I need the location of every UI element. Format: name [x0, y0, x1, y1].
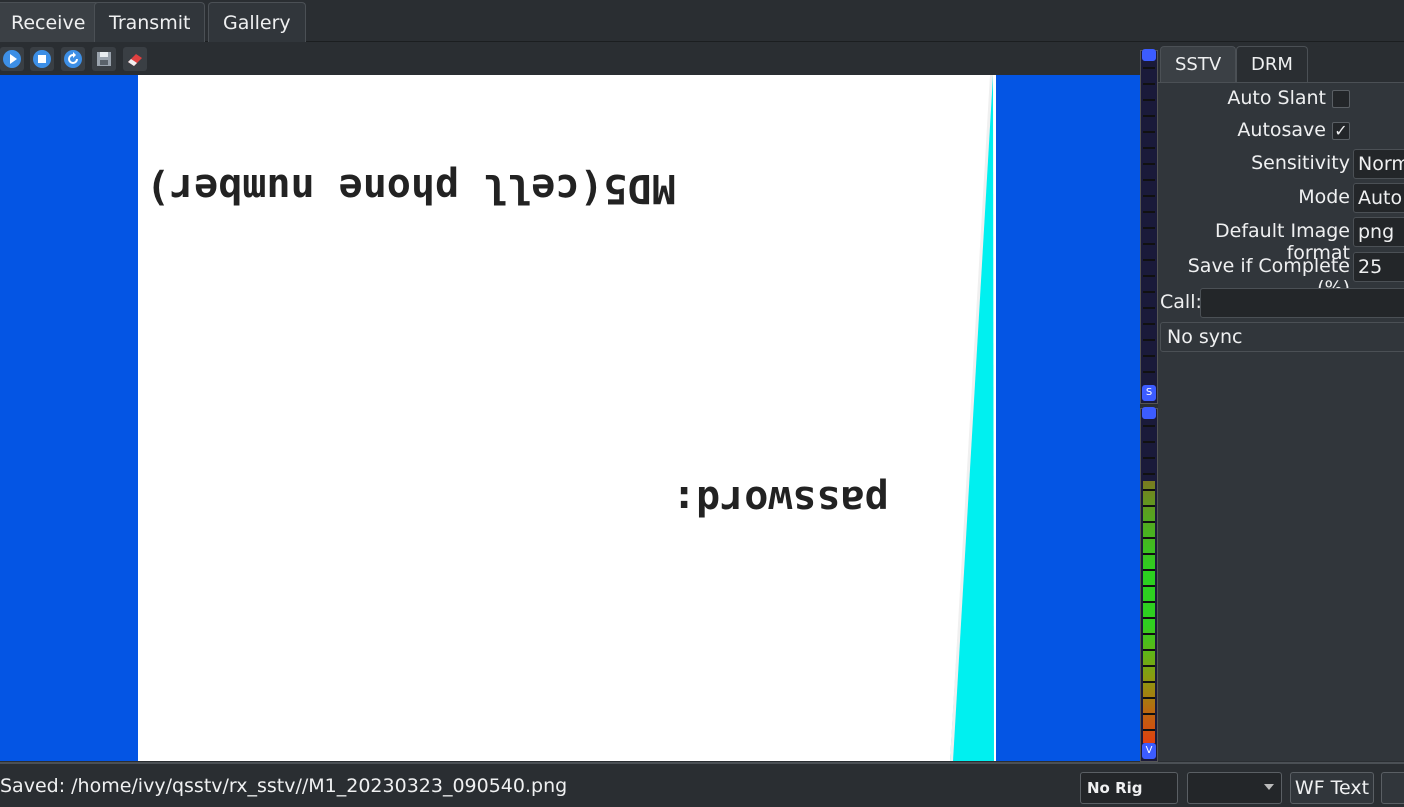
- mode-label: Mode: [1298, 186, 1350, 208]
- tab-receive[interactable]: Receive: [0, 2, 101, 42]
- receive-toolbar: [0, 43, 1140, 75]
- meter-tick: [1143, 355, 1155, 357]
- meter-tick: [1143, 681, 1155, 683]
- call-input[interactable]: [1200, 288, 1404, 318]
- meter-tick: [1143, 569, 1155, 571]
- auto-slant-checkbox[interactable]: [1332, 90, 1350, 108]
- meter-tick: [1143, 163, 1155, 165]
- meter-tick: [1143, 601, 1155, 603]
- refresh-button[interactable]: [61, 47, 85, 71]
- refresh-icon: [64, 50, 82, 68]
- start-icon: [3, 50, 21, 68]
- stop-button[interactable]: [30, 47, 54, 71]
- meter-tick: [1143, 307, 1155, 309]
- save-icon: [97, 52, 111, 66]
- meter-tick: [1143, 99, 1155, 101]
- meter-tick: [1143, 131, 1155, 133]
- sync-meter-top-knob: [1142, 49, 1156, 61]
- meter-tick: [1143, 473, 1155, 475]
- status-combo[interactable]: [1187, 772, 1282, 804]
- chevron-down-icon: [1264, 784, 1274, 790]
- volume-meter-label: V: [1142, 743, 1156, 759]
- volume-meter[interactable]: V: [1140, 407, 1158, 762]
- received-image: MD5(cell phone number) password:: [138, 75, 996, 761]
- meter-tick: [1143, 489, 1155, 491]
- meter-tick: [1143, 665, 1155, 667]
- auto-slant-label: Auto Slant: [1227, 87, 1326, 109]
- sync-meter-label: S: [1142, 385, 1156, 401]
- meter-tick: [1143, 729, 1155, 731]
- meter-tick: [1143, 371, 1155, 373]
- tab-gallery[interactable]: Gallery: [208, 2, 306, 42]
- meter-tick: [1143, 339, 1155, 341]
- settings-panel: SSTV DRM Auto Slant Autosave ✓ Sensitivi…: [1158, 46, 1404, 761]
- meter-tick: [1143, 275, 1155, 277]
- meter-tick: [1143, 425, 1155, 427]
- mode-select[interactable]: Auto: [1353, 183, 1404, 213]
- autosave-label: Autosave: [1237, 119, 1326, 141]
- meter-tick: [1143, 211, 1155, 213]
- meter-tick: [1143, 457, 1155, 459]
- call-label: Call:: [1160, 291, 1202, 313]
- image-edge-strip: [950, 75, 996, 761]
- erase-button[interactable]: [123, 47, 147, 71]
- save-if-complete-spinbox[interactable]: 25: [1353, 252, 1404, 282]
- saved-file-status: Saved: /home/ivy/qsstv/rx_sstv//M1_20230…: [0, 775, 568, 797]
- meter-tick: [1143, 259, 1155, 261]
- volume-meter-top-knob: [1142, 407, 1156, 419]
- meter-tick: [1143, 243, 1155, 245]
- save-button[interactable]: [92, 47, 116, 71]
- stop-icon: [33, 50, 51, 68]
- sync-status: No sync: [1160, 322, 1404, 352]
- autosave-checkbox[interactable]: ✓: [1332, 122, 1350, 140]
- meter-tick: [1143, 227, 1155, 229]
- meter-tick: [1143, 147, 1155, 149]
- signal-meters: S V: [1140, 46, 1158, 762]
- start-button[interactable]: [0, 47, 24, 71]
- status-extra-button[interactable]: [1381, 772, 1404, 804]
- meter-tick: [1143, 633, 1155, 635]
- meter-tick: [1143, 441, 1155, 443]
- tab-drm[interactable]: DRM: [1236, 46, 1308, 82]
- erase-icon: [128, 54, 142, 66]
- meter-tick: [1143, 649, 1155, 651]
- meter-tick: [1143, 195, 1155, 197]
- tab-transmit[interactable]: Transmit: [94, 2, 206, 42]
- wf-text-button[interactable]: WF Text: [1290, 772, 1374, 804]
- meter-tick: [1143, 179, 1155, 181]
- meter-tick: [1143, 537, 1155, 539]
- sync-meter: S: [1140, 49, 1158, 404]
- meter-tick: [1143, 553, 1155, 555]
- rig-status: No Rig: [1080, 772, 1178, 804]
- meter-tick: [1143, 323, 1155, 325]
- meter-tick: [1143, 115, 1155, 117]
- meter-tick: [1143, 505, 1155, 507]
- sensitivity-select[interactable]: Norm: [1353, 149, 1404, 179]
- status-bar: Saved: /home/ivy/qsstv/rx_sstv//M1_20230…: [0, 762, 1404, 807]
- tab-sstv[interactable]: SSTV: [1160, 46, 1237, 82]
- meter-tick: [1143, 67, 1155, 69]
- meter-tick: [1143, 697, 1155, 699]
- meter-tick: [1143, 713, 1155, 715]
- meter-tick: [1143, 585, 1155, 587]
- sensitivity-label: Sensitivity: [1251, 152, 1350, 174]
- meter-tick: [1143, 83, 1155, 85]
- meter-tick: [1143, 521, 1155, 523]
- sstv-settings: Auto Slant Autosave ✓ Sensitivity Norm M…: [1158, 82, 1404, 761]
- image-format-select[interactable]: png: [1353, 217, 1404, 247]
- main-tab-bar: Receive Transmit Gallery: [0, 0, 1404, 42]
- meter-tick: [1143, 617, 1155, 619]
- image-text-md5: MD5(cell phone number): [146, 165, 676, 211]
- meter-tick: [1143, 291, 1155, 293]
- image-text-password: password:: [672, 477, 889, 523]
